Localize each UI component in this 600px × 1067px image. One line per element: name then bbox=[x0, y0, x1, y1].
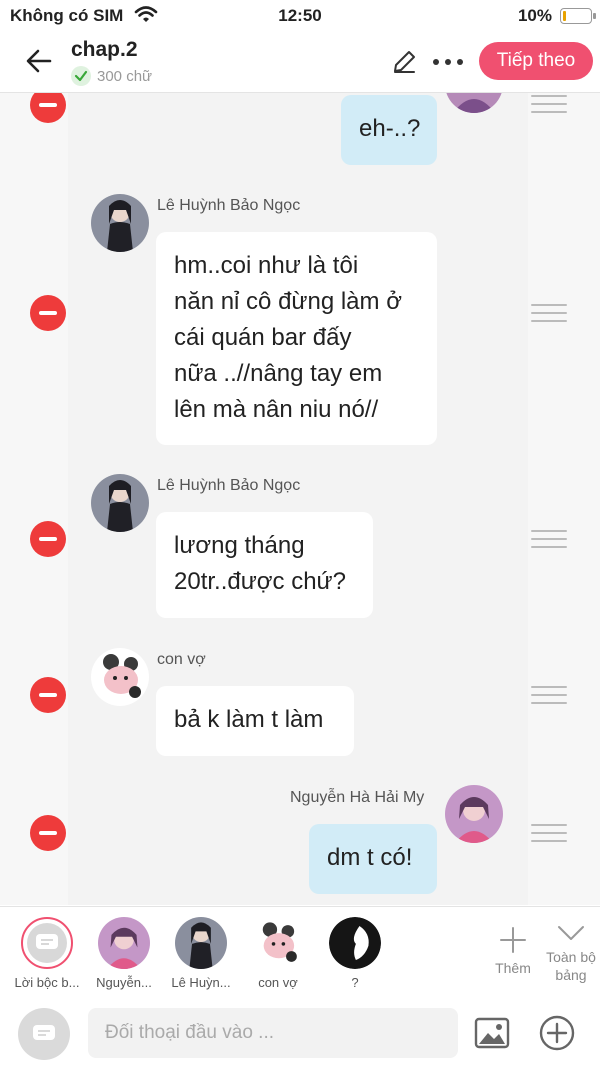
avatar bbox=[91, 194, 149, 252]
message-text: bả k làm t làm bbox=[174, 706, 324, 733]
character-le-huynh[interactable]: Lê Huỳn... bbox=[166, 917, 236, 990]
dialogue-input[interactable] bbox=[88, 1008, 458, 1058]
clock: 12:50 bbox=[278, 6, 322, 25]
check-icon bbox=[71, 66, 91, 86]
message-line: 20tr..được chứ? bbox=[174, 568, 346, 595]
add-circle-icon[interactable] bbox=[538, 1014, 576, 1052]
speaker-name: Lê Huỳnh Bảo Ngọc bbox=[157, 197, 301, 214]
chevron-down-icon bbox=[558, 926, 584, 940]
input-bar bbox=[0, 1002, 600, 1067]
character-label: ? bbox=[351, 975, 359, 990]
drag-handle[interactable] bbox=[531, 530, 567, 550]
back-arrow-icon[interactable] bbox=[22, 44, 56, 78]
message-line: cái quán bar đấy bbox=[174, 324, 352, 351]
avatar bbox=[445, 93, 503, 113]
battery-icon bbox=[560, 8, 596, 24]
plus-icon bbox=[500, 927, 526, 953]
word-count-label: 300 chữ bbox=[97, 67, 153, 85]
avatar bbox=[91, 648, 149, 706]
character-label: Nguyễn... bbox=[96, 975, 152, 990]
narration-icon bbox=[21, 917, 73, 969]
avatar bbox=[445, 785, 503, 843]
message-bubble[interactable]: bả k làm t làm bbox=[156, 686, 354, 756]
battery-percent: 10% bbox=[517, 6, 552, 25]
character-nguyen[interactable]: Nguyễn... bbox=[89, 917, 159, 990]
message-text: dm t có! bbox=[327, 844, 413, 871]
message-bubble[interactable]: eh-..? bbox=[341, 95, 437, 165]
avatar-pink-icon bbox=[98, 917, 150, 969]
character-narration[interactable]: Lời bộc b... bbox=[12, 917, 82, 990]
avatar-dark-icon bbox=[175, 917, 227, 969]
editor-header: chap.2 300 chữ Tiếp theo bbox=[0, 30, 600, 93]
message-line: lương tháng bbox=[174, 532, 305, 559]
delete-message-button[interactable] bbox=[30, 295, 66, 331]
chapter-title: chap.2 bbox=[71, 38, 138, 61]
character-con-vo[interactable]: con vợ bbox=[243, 917, 313, 990]
character-selector: Lời bộc b... Nguyễn... Lê Huỳn... con vợ… bbox=[0, 906, 600, 1003]
add-label: Thêm bbox=[495, 960, 531, 976]
message-bubble[interactable]: lương tháng 20tr..được chứ? bbox=[156, 512, 373, 618]
all-board-label: Toàn bộ bảng bbox=[546, 949, 596, 983]
next-button[interactable]: Tiếp theo bbox=[479, 42, 593, 80]
narration-icon bbox=[33, 1025, 55, 1040]
delete-message-button[interactable] bbox=[30, 677, 66, 713]
speaker-name: Nguyễn Hà Hải My bbox=[290, 789, 425, 806]
message-line: lên mà nân niu nó// bbox=[174, 396, 379, 423]
pencil-icon[interactable] bbox=[390, 48, 418, 76]
character-label: Lê Huỳn... bbox=[171, 975, 231, 990]
character-label: con vợ bbox=[258, 975, 298, 990]
delete-message-button[interactable] bbox=[30, 521, 66, 557]
character-label: Lời bộc b... bbox=[14, 975, 80, 990]
more-options-icon[interactable] bbox=[430, 48, 466, 76]
all-board-button[interactable]: Toàn bộ bảng bbox=[545, 921, 597, 984]
message-line: năn nỉ cô đừng làm ở bbox=[174, 288, 402, 315]
status-bar: Không có SIM 12:50 10% bbox=[0, 0, 600, 30]
drag-handle[interactable] bbox=[531, 304, 567, 324]
right-gutter bbox=[528, 93, 600, 905]
word-count: 300 chữ bbox=[71, 66, 152, 86]
message-text: eh-..? bbox=[359, 115, 421, 142]
drag-handle[interactable] bbox=[531, 824, 567, 844]
image-icon[interactable] bbox=[474, 1016, 510, 1050]
message-line: nữa ..//nâng tay em bbox=[174, 360, 383, 387]
message-bubble[interactable]: hm..coi như là tôi năn nỉ cô đừng làm ở … bbox=[156, 232, 437, 445]
chat-area: eh-..? Lê Huỳnh Bảo Ngọc hm..coi như là … bbox=[0, 93, 600, 905]
message-line: hm..coi như là tôi bbox=[174, 252, 359, 279]
avatar-sheep-icon bbox=[252, 917, 304, 969]
delete-message-button[interactable] bbox=[30, 815, 66, 851]
drag-handle[interactable] bbox=[531, 686, 567, 706]
character-unknown[interactable]: ? bbox=[320, 917, 390, 990]
speaker-name: con vợ bbox=[157, 651, 206, 668]
dialogue-mode-button[interactable] bbox=[18, 1008, 70, 1060]
left-gutter bbox=[0, 93, 68, 905]
message-bubble[interactable]: dm t có! bbox=[309, 824, 437, 894]
drag-handle[interactable] bbox=[531, 95, 567, 115]
avatar bbox=[91, 474, 149, 532]
add-character-button[interactable]: Thêm bbox=[490, 925, 536, 976]
avatar-silhouette-icon bbox=[329, 917, 381, 969]
speaker-name: Lê Huỳnh Bảo Ngọc bbox=[157, 477, 301, 494]
